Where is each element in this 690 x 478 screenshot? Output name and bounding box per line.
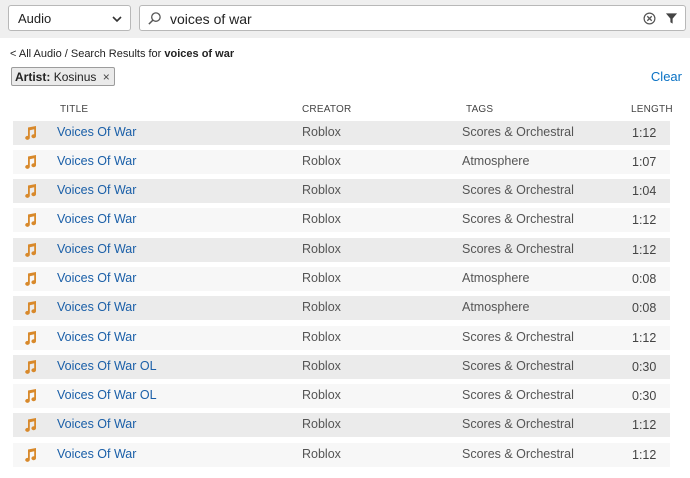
audio-creator: Roblox	[302, 125, 341, 139]
audio-tags: Atmosphere	[462, 154, 530, 168]
audio-tags: Scores & Orchestral	[462, 388, 574, 402]
filter-chip-value: Kosinus	[53, 70, 97, 84]
column-header-tags: TAGS	[466, 104, 494, 115]
audio-title-link[interactable]: Voices Of War	[57, 300, 136, 314]
category-dropdown[interactable]: Audio	[8, 5, 131, 31]
breadcrumb-query: voices of war	[164, 48, 235, 60]
audio-tags: Atmosphere	[462, 300, 530, 314]
column-header-title: TITLE	[60, 104, 89, 115]
breadcrumb-separator: /	[61, 48, 71, 60]
table-row[interactable]: Voices Of War OL Roblox Scores & Orchest…	[13, 355, 670, 379]
filter-funnel-icon[interactable]	[665, 12, 678, 25]
audio-creator: Roblox	[302, 154, 341, 168]
breadcrumb: < All Audio / Search Results for voices …	[10, 48, 234, 60]
music-note-icon	[25, 155, 37, 169]
music-note-icon	[25, 418, 37, 432]
table-row[interactable]: Voices Of War Roblox Scores & Orchestral…	[13, 326, 670, 350]
music-note-icon	[25, 389, 37, 403]
music-note-icon	[25, 301, 37, 315]
music-note-icon	[25, 243, 37, 257]
audio-creator: Roblox	[302, 330, 341, 344]
audio-title-link[interactable]: Voices Of War	[57, 212, 136, 226]
filter-chip-key: Artist:	[15, 70, 51, 84]
table-row[interactable]: Voices Of War Roblox Scores & Orchestral…	[13, 208, 670, 232]
audio-tags: Scores & Orchestral	[462, 212, 574, 226]
breadcrumb-label: Search Results for	[70, 48, 165, 60]
table-row[interactable]: Voices Of War Roblox Atmosphere 0:08	[13, 296, 670, 320]
audio-title-link[interactable]: Voices Of War	[57, 242, 136, 256]
audio-title-link[interactable]: Voices Of War	[57, 154, 136, 168]
audio-tags: Scores & Orchestral	[462, 183, 574, 197]
audio-length: 0:08	[632, 272, 657, 286]
clear-filters-link[interactable]: Clear	[651, 69, 682, 84]
audio-title-link[interactable]: Voices Of War OL	[57, 359, 157, 373]
audio-length: 0:08	[632, 301, 657, 315]
audio-length: 0:30	[632, 389, 657, 403]
audio-length: 1:12	[632, 213, 657, 227]
audio-length: 1:07	[632, 155, 657, 169]
audio-creator: Roblox	[302, 300, 341, 314]
table-row[interactable]: Voices Of War Roblox Atmosphere 0:08	[13, 267, 670, 291]
table-row[interactable]: Voices Of War OL Roblox Scores & Orchest…	[13, 384, 670, 408]
remove-filter-button[interactable]: ×	[103, 70, 110, 84]
audio-length: 1:12	[632, 331, 657, 345]
music-note-icon	[25, 126, 37, 140]
audio-creator: Roblox	[302, 271, 341, 285]
music-note-icon	[25, 184, 37, 198]
audio-title-link[interactable]: Voices Of War	[57, 125, 136, 139]
search-icon	[148, 12, 161, 25]
audio-creator: Roblox	[302, 359, 341, 373]
audio-creator: Roblox	[302, 447, 341, 461]
table-row[interactable]: Voices Of War Roblox Scores & Orchestral…	[13, 121, 670, 145]
breadcrumb-all-audio-link[interactable]: < All Audio	[10, 48, 62, 60]
audio-length: 0:30	[632, 360, 657, 374]
music-note-icon	[25, 448, 37, 462]
audio-title-link[interactable]: Voices Of War	[57, 271, 136, 285]
audio-length: 1:12	[632, 126, 657, 140]
column-header-creator: CREATOR	[302, 104, 352, 115]
audio-title-link[interactable]: Voices Of War	[57, 330, 136, 344]
audio-tags: Scores & Orchestral	[462, 417, 574, 431]
audio-length: 1:12	[632, 243, 657, 257]
audio-title-link[interactable]: Voices Of War	[57, 417, 136, 431]
audio-length: 1:12	[632, 418, 657, 432]
audio-creator: Roblox	[302, 242, 341, 256]
audio-title-link[interactable]: Voices Of War	[57, 183, 136, 197]
clear-circle-icon[interactable]	[643, 12, 656, 25]
music-note-icon	[25, 272, 37, 286]
audio-creator: Roblox	[302, 417, 341, 431]
audio-tags: Scores & Orchestral	[462, 447, 574, 461]
music-note-icon	[25, 360, 37, 374]
music-note-icon	[25, 331, 37, 345]
artist-filter-chip: Artist: Kosinus ×	[11, 67, 115, 86]
audio-creator: Roblox	[302, 212, 341, 226]
music-note-icon	[25, 213, 37, 227]
search-box	[139, 5, 686, 31]
audio-tags: Scores & Orchestral	[462, 125, 574, 139]
table-row[interactable]: Voices Of War Roblox Scores & Orchestral…	[13, 238, 670, 262]
audio-tags: Scores & Orchestral	[462, 242, 574, 256]
table-row[interactable]: Voices Of War Roblox Scores & Orchestral…	[13, 179, 670, 203]
column-header-length: LENGTH	[631, 104, 673, 115]
category-dropdown-value: Audio	[18, 11, 52, 26]
audio-title-link[interactable]: Voices Of War OL	[57, 388, 157, 402]
audio-title-link[interactable]: Voices Of War	[57, 447, 136, 461]
audio-length: 1:04	[632, 184, 657, 198]
toolbar: Audio	[0, 0, 690, 38]
audio-tags: Scores & Orchestral	[462, 330, 574, 344]
audio-creator: Roblox	[302, 183, 341, 197]
table-row[interactable]: Voices Of War Roblox Atmosphere 1:07	[13, 150, 670, 174]
audio-tags: Atmosphere	[462, 271, 530, 285]
audio-length: 1:12	[632, 448, 657, 462]
chevron-down-icon	[112, 16, 122, 23]
table-row[interactable]: Voices Of War Roblox Scores & Orchestral…	[13, 413, 670, 437]
audio-tags: Scores & Orchestral	[462, 359, 574, 373]
search-input[interactable]	[170, 9, 640, 28]
table-row[interactable]: Voices Of War Roblox Scores & Orchestral…	[13, 443, 670, 467]
audio-creator: Roblox	[302, 388, 341, 402]
